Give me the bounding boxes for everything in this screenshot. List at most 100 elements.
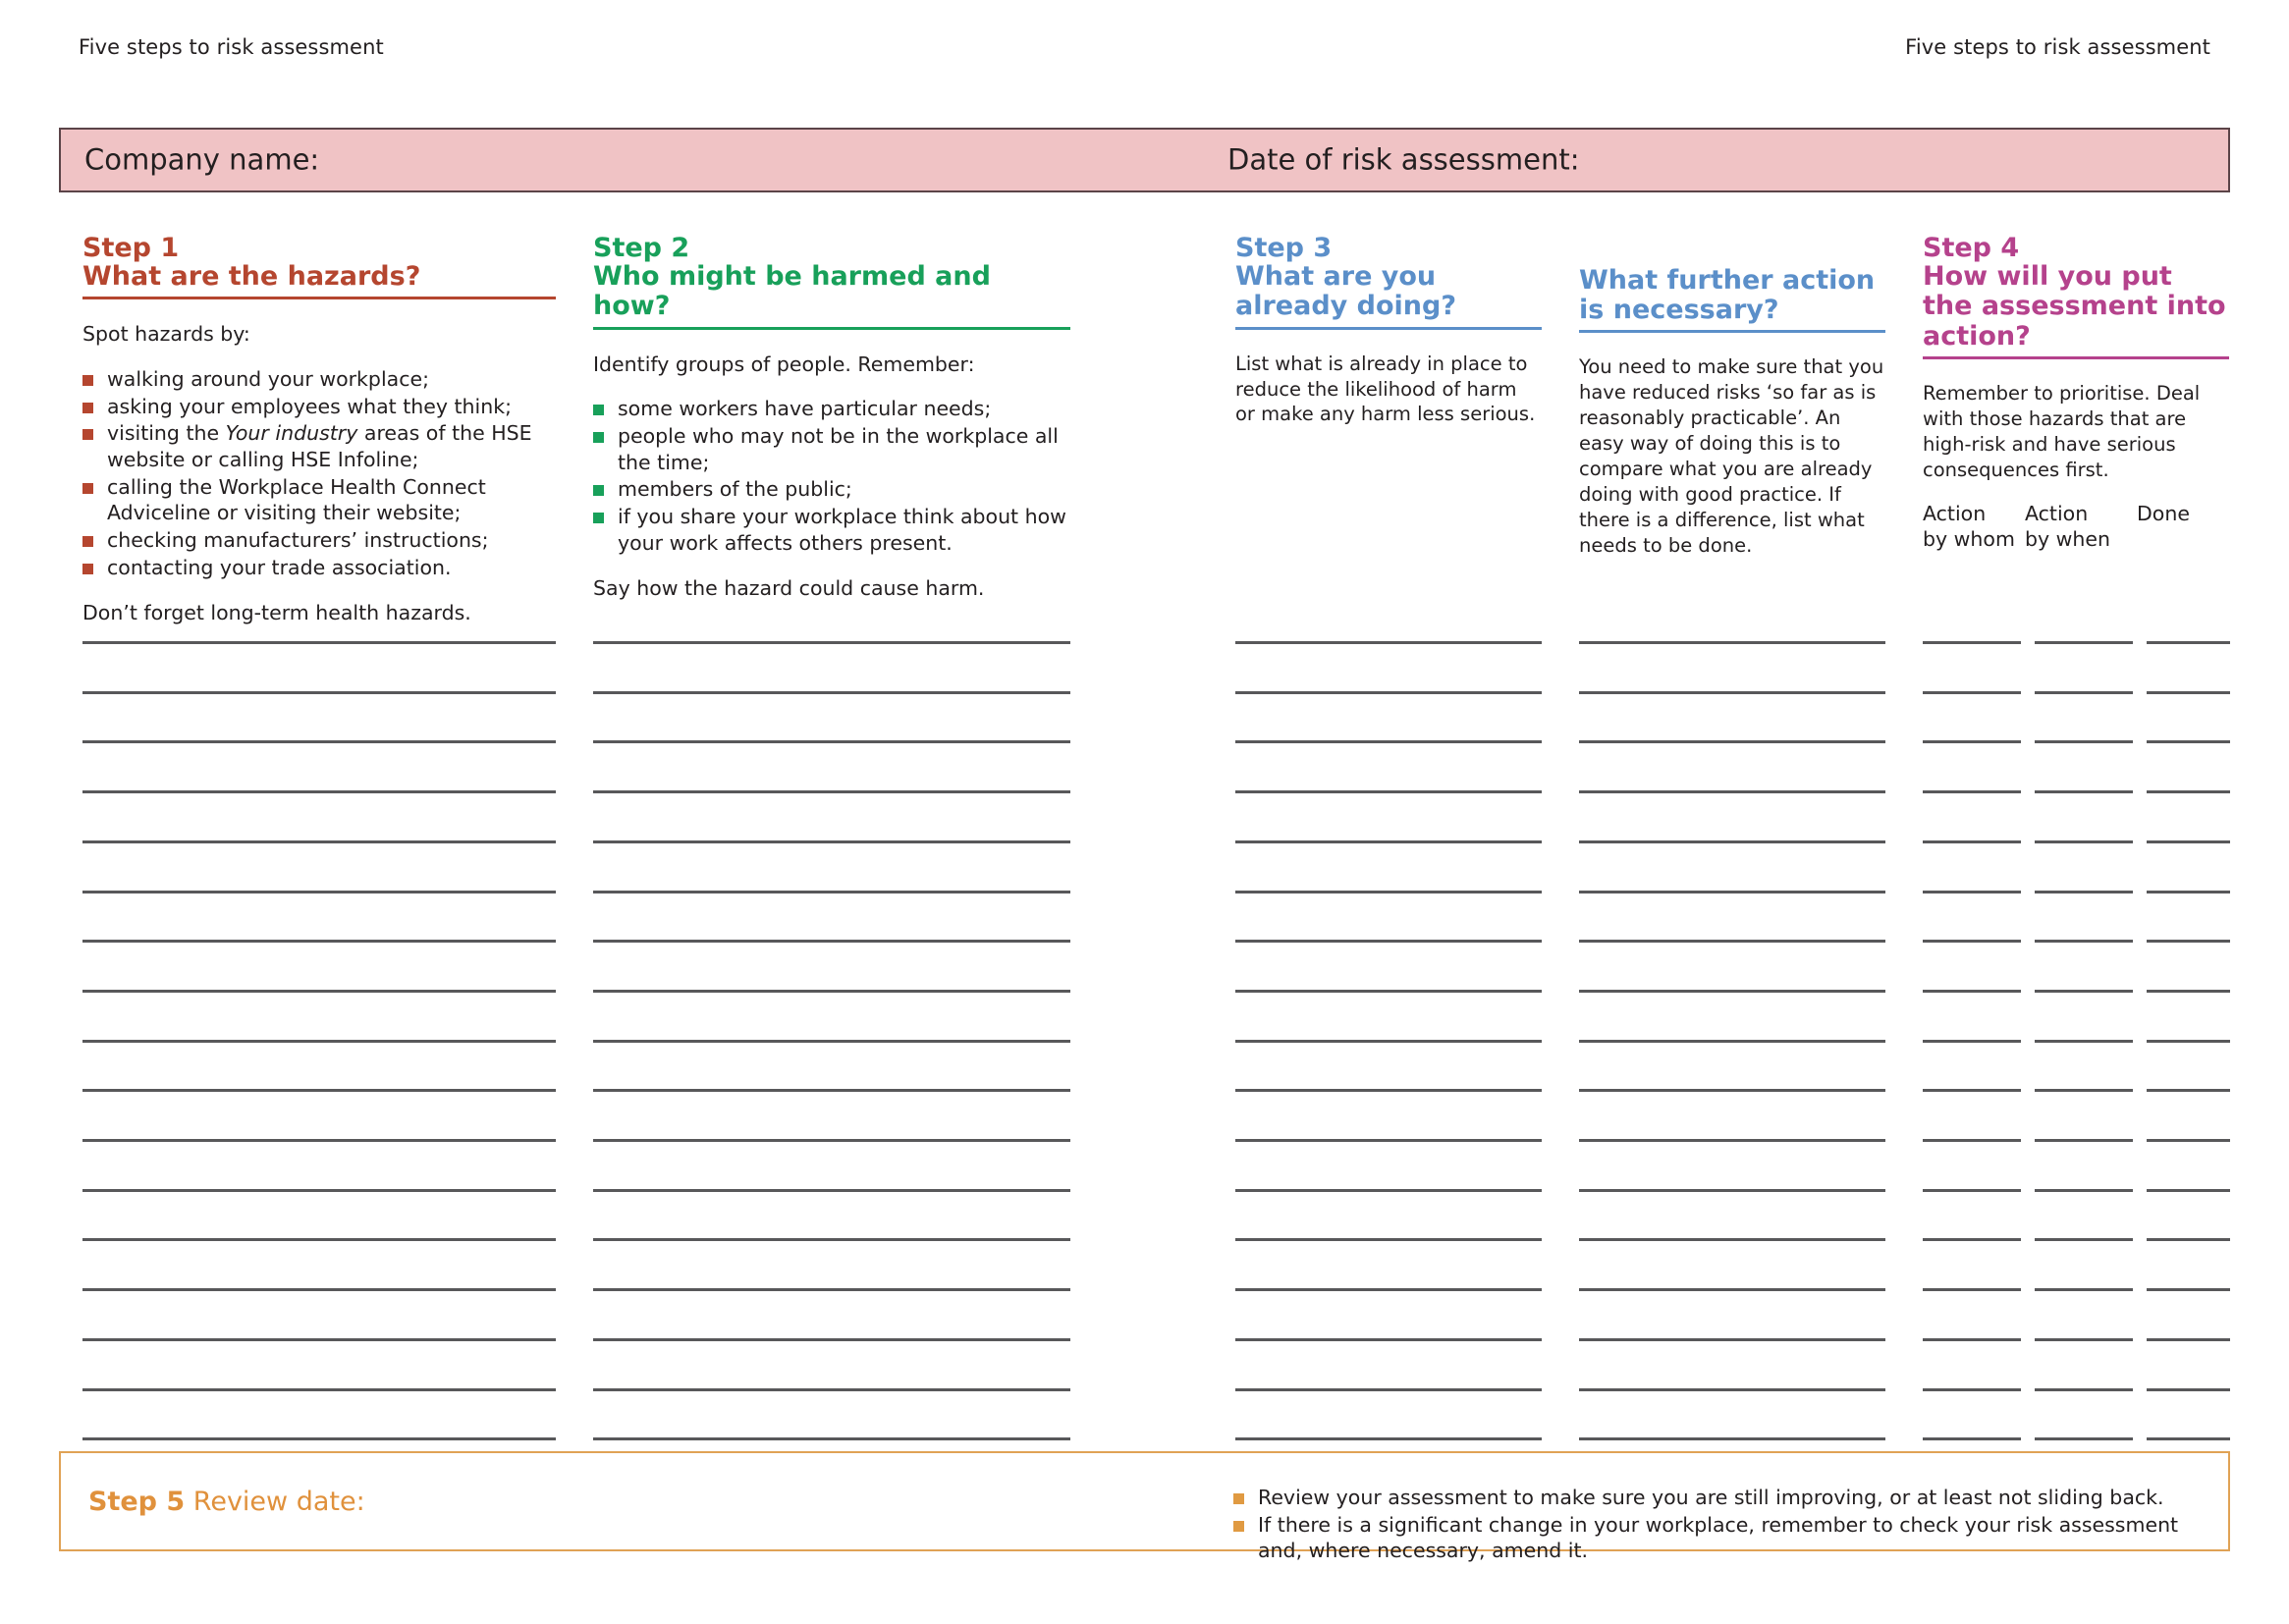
writing-line: [1235, 1189, 1542, 1192]
writing-line: [2147, 840, 2230, 843]
square-bullet-icon: [593, 512, 604, 523]
step-4-rule: [1923, 355, 2229, 359]
step-5-label: Step 5: [88, 1487, 186, 1517]
writing-line: [593, 940, 1070, 943]
writing-line: [2147, 1338, 2230, 1341]
step-5-review-date-label: Review date:: [192, 1487, 365, 1517]
step-3-column: Step 3 What are you already doing? List …: [1235, 234, 1542, 427]
writing-line: [593, 1040, 1070, 1043]
square-bullet-icon: [1233, 1493, 1244, 1504]
writing-line: [2147, 1139, 2230, 1142]
action-by-when-heading: Action by when: [2025, 502, 2111, 552]
writing-line: [2147, 641, 2230, 644]
writing-line: [82, 1338, 556, 1341]
writing-line: [82, 740, 556, 743]
writing-line: [593, 790, 1070, 793]
writing-line: [82, 1040, 556, 1043]
further-action-rule: [1579, 330, 1885, 334]
writing-line: [1579, 1139, 1885, 1142]
square-bullet-icon: [593, 405, 604, 416]
writing-line: [2147, 740, 2230, 743]
list-item: people who may not be in the workplace a…: [593, 423, 1070, 475]
writing-line: [1235, 1338, 1542, 1341]
writing-line: [1579, 1388, 1885, 1391]
writing-line: [1235, 891, 1542, 893]
list-item: If there is a significant change in your…: [1233, 1512, 2206, 1564]
writing-line: [82, 1139, 556, 1142]
writing-line: [1579, 940, 1885, 943]
writing-line: [82, 1388, 556, 1391]
further-action-body: You need to make sure that you have redu…: [1579, 355, 1884, 557]
running-head-right: Five steps to risk assessment: [1905, 35, 2210, 59]
step-5-title: Step 5 Review date:: [88, 1487, 365, 1517]
writing-line: [1235, 1139, 1542, 1142]
writing-line: [1579, 891, 1885, 893]
further-action-question: What further action is necessary?: [1579, 265, 1876, 326]
writing-line: [2035, 1238, 2133, 1241]
square-bullet-icon: [82, 429, 93, 441]
writing-line: [2035, 990, 2133, 993]
writing-line: [1235, 1238, 1542, 1241]
writing-line: [593, 1139, 1070, 1142]
writing-line: [2147, 1437, 2230, 1440]
writing-line: [1235, 1437, 1542, 1440]
writing-line: [2147, 990, 2230, 993]
writing-line: [2035, 1189, 2133, 1192]
writing-line: [82, 990, 556, 993]
writing-line: [593, 990, 1070, 993]
step-2-label: Step 2: [593, 233, 690, 263]
writing-line: [82, 641, 556, 644]
writing-line: [2035, 1437, 2133, 1440]
writing-line: [82, 1288, 556, 1291]
step-1-rule: [82, 297, 556, 300]
writing-line: [593, 740, 1070, 743]
writing-line: [1579, 1288, 1885, 1291]
list-item: asking your employees what they think;: [82, 394, 556, 420]
further-action-column: What further action is necessary? You ne…: [1579, 234, 1885, 559]
writing-line: [593, 1089, 1070, 1092]
writing-line: [1235, 1388, 1542, 1391]
step-2-column: Step 2 Who might be harmed and how? Iden…: [593, 234, 1070, 603]
list-item: if you share your workplace think about …: [593, 504, 1070, 556]
writing-line: [2035, 1139, 2133, 1142]
action-by-whom-heading: Action by whom: [1923, 502, 2015, 552]
writing-line: [1923, 1139, 2021, 1142]
list-item: some workers have particular needs;: [593, 396, 1070, 422]
writing-line: [593, 1288, 1070, 1291]
writing-line: [2035, 1338, 2133, 1341]
step-1-outro: Don’t forget long-term health hazards.: [82, 601, 471, 625]
list-item: Review your assessment to make sure you …: [1233, 1485, 2206, 1511]
writing-line: [2035, 1040, 2133, 1043]
writing-line: [2147, 1288, 2230, 1291]
step-4-column: Step 4 How will you put the assessment i…: [1923, 234, 2229, 483]
writing-line: [2035, 641, 2133, 644]
writing-line: [1235, 1288, 1542, 1291]
writing-line: [2035, 940, 2133, 943]
writing-line: [82, 691, 556, 694]
step-2-bullet-list: some workers have particular needs; peopl…: [593, 396, 1070, 556]
writing-line: [2035, 691, 2133, 694]
emphasis-text: Your industry: [225, 421, 358, 446]
writing-line: [1235, 940, 1542, 943]
list-item: checking manufacturers’ instructions;: [82, 527, 556, 554]
writing-line: [1923, 1288, 2021, 1291]
square-bullet-icon: [82, 563, 93, 574]
writing-line: [1923, 1040, 2021, 1043]
square-bullet-icon: [1233, 1520, 1244, 1532]
writing-line: [1579, 990, 1885, 993]
writing-line: [593, 891, 1070, 893]
step-2-outro: Say how the hazard could cause harm.: [593, 576, 985, 601]
writing-line: [82, 940, 556, 943]
writing-line: [2035, 1089, 2133, 1092]
writing-line: [1579, 1238, 1885, 1241]
writing-line: [593, 1189, 1070, 1192]
square-bullet-icon: [593, 485, 604, 497]
writing-line: [82, 840, 556, 843]
writing-line: [1235, 740, 1542, 743]
writing-line: [1923, 990, 2021, 993]
writing-line: [82, 790, 556, 793]
step-1-column: Step 1 What are the hazards? Spot hazard…: [82, 234, 556, 627]
writing-line: [1579, 790, 1885, 793]
writing-line: [2035, 1288, 2133, 1291]
square-bullet-icon: [82, 375, 93, 387]
